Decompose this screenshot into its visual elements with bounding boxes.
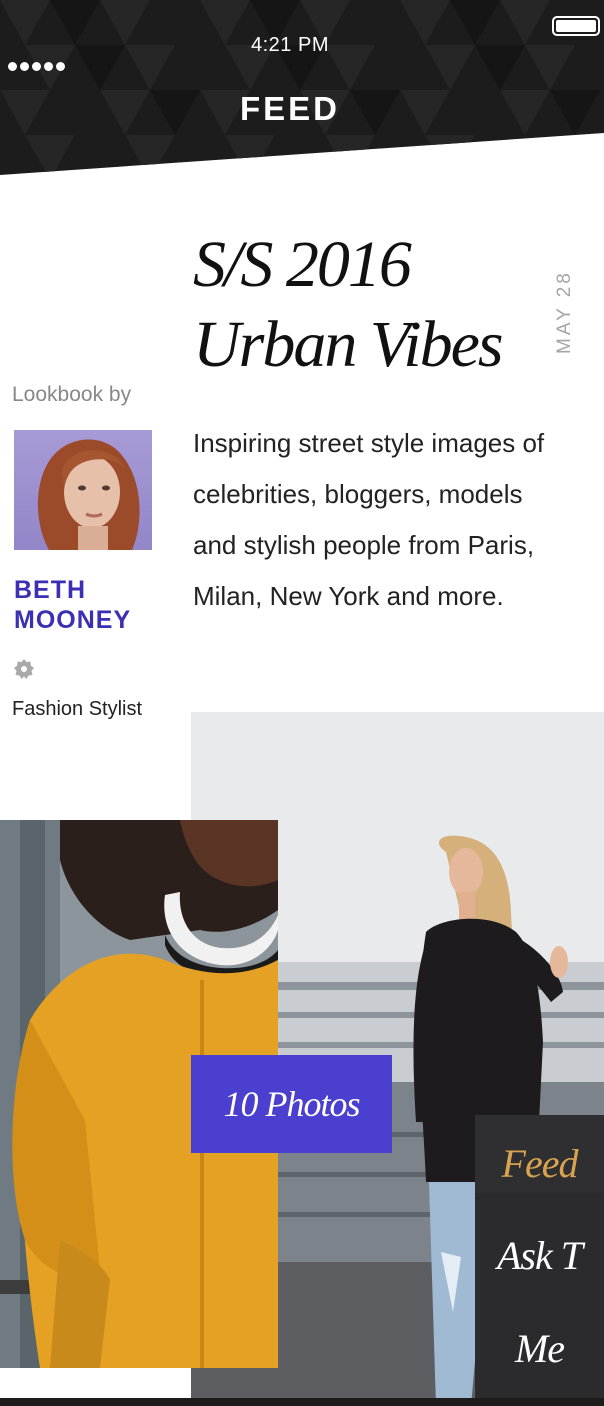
verified-badge-icon <box>14 659 34 679</box>
avatar-portrait <box>37 439 140 550</box>
header-pattern <box>0 0 600 175</box>
page-title: FEED <box>239 90 340 127</box>
author-name-last: MOONEY <box>14 606 132 634</box>
bottom-edge <box>0 1398 604 1406</box>
post-date-text: MAY 28 <box>554 270 575 354</box>
signal-strength-icon <box>8 62 65 71</box>
author-name-first: BETH <box>14 576 87 604</box>
status-time: 4:21 PM <box>251 34 329 56</box>
lookbook-label: Lookbook by <box>12 383 132 406</box>
post-date: MAY 28 <box>548 232 604 362</box>
menu-item-ask[interactable]: Ask T <box>475 1232 604 1279</box>
photos-count-button[interactable]: 10 Photos <box>191 1055 392 1153</box>
post-description: Inspiring street style images of celebri… <box>193 428 545 611</box>
author-role: Fashion Stylist <box>12 698 143 720</box>
menu-item-feed[interactable]: Feed <box>475 1115 604 1193</box>
feed-screen: 4:21 PM FEED S/S 2016 Urban Vibes MAY 28… <box>0 0 604 1406</box>
post-title-line1: S/S 2016 <box>193 228 412 301</box>
author-name[interactable]: BETH MOONEY <box>14 575 131 635</box>
avatar[interactable] <box>14 430 152 550</box>
post-title[interactable]: S/S 2016 Urban Vibes <box>193 225 504 385</box>
header-bar: 4:21 PM FEED <box>0 0 604 175</box>
menu-item-me[interactable]: Me <box>475 1325 604 1372</box>
post-title-line2: Urban Vibes <box>193 308 504 381</box>
battery-icon <box>552 16 600 36</box>
